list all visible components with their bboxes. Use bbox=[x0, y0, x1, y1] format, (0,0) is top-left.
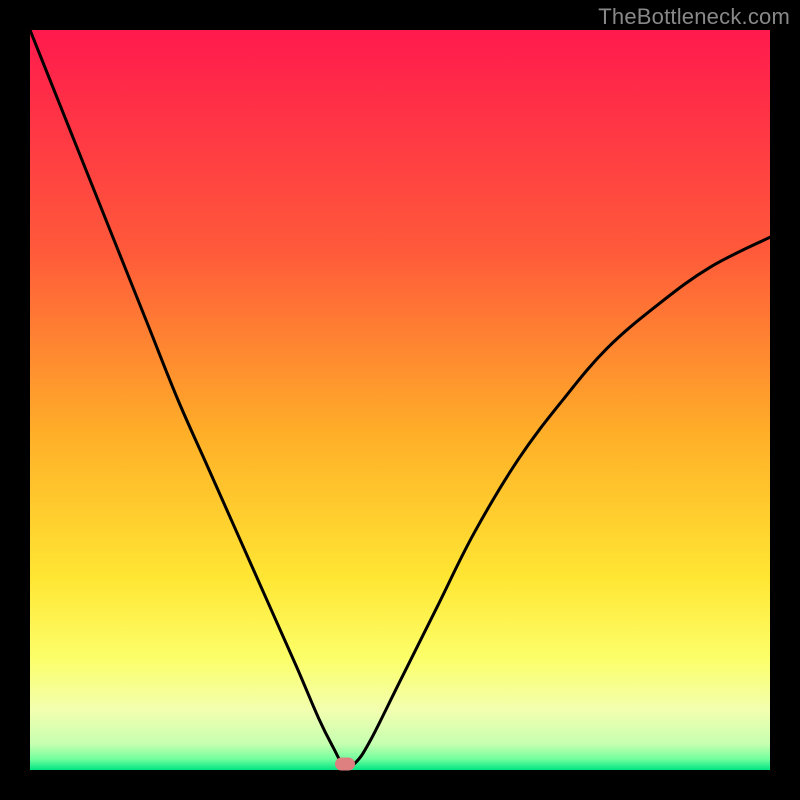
bottleneck-curve bbox=[30, 30, 770, 770]
plot-area bbox=[30, 30, 770, 770]
chart-frame: TheBottleneck.com bbox=[0, 0, 800, 800]
optimal-marker bbox=[335, 758, 355, 771]
watermark-text: TheBottleneck.com bbox=[598, 4, 790, 30]
